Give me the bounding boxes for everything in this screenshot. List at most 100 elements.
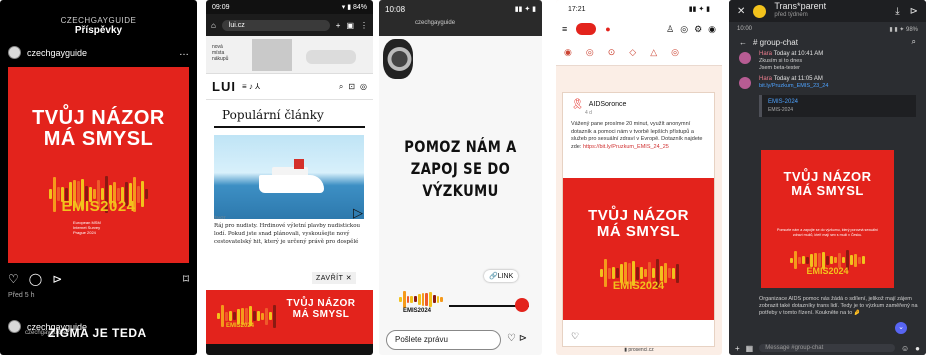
nav-symbols[interactable]: ≡ ♪ ⅄ [242, 82, 260, 91]
heart-icon[interactable]: ♡ [571, 331, 579, 342]
browser-bar: ⌂ lui.cz + ▣ ⋮ [206, 14, 373, 36]
ship-hull [259, 175, 324, 193]
poster-headline: TVŮJ NÁZOR MÁ SMYSL [588, 207, 689, 240]
settings-icon[interactable]: ⚙ [694, 24, 702, 35]
poster-event: EMIS2024 [612, 280, 665, 292]
link-embed[interactable]: EMIS-2024 EMIS-2024 [759, 95, 916, 117]
account-name[interactable]: czechgayguide [27, 48, 87, 58]
embed-sub: EMIS-2024 [768, 107, 794, 113]
add-icon[interactable]: + [735, 344, 740, 353]
wave-bar [402, 290, 406, 308]
status-time: 10:00 [737, 26, 753, 32]
wave-bar [406, 295, 410, 303]
status-bar: 17:21 ▮▮ ✦ ▮ [556, 0, 722, 18]
app-logo[interactable] [576, 23, 597, 35]
post-author[interactable]: 🎗 AIDSoronce [563, 93, 714, 110]
heart-icon[interactable]: ♡ [8, 272, 19, 286]
profile-header: CZECHGAYGUIDE Příspěvky [0, 0, 197, 36]
app-bar: ≡ ● ♙ ◎ ⚙ ◉ [556, 18, 722, 40]
tab-notify-icon[interactable]: △ [650, 47, 657, 58]
status-icons: ▾ ▮ 84% [341, 4, 367, 11]
tab-menu-icon[interactable]: ◎ [671, 47, 679, 58]
avatar[interactable] [739, 52, 751, 64]
emoji-slider-handle[interactable] [515, 298, 529, 312]
menu-icon[interactable]: ⋮ [360, 21, 368, 30]
scroll-down-button[interactable]: ⌄ [895, 322, 907, 334]
emoji-icon[interactable]: ☺ [901, 344, 909, 353]
people-icon[interactable]: ♙ [666, 24, 674, 35]
bottom-ad-banner[interactable]: EMIS2024 TVŮJ NÁZOR MÁ SMYSL [206, 290, 373, 344]
avatar[interactable] [8, 46, 21, 59]
tab-groups-icon[interactable]: ⊙ [608, 47, 616, 58]
wave-bar [651, 268, 655, 278]
download-icon[interactable]: ⤓ [895, 6, 899, 17]
profile-icon[interactable]: ◎ [360, 82, 367, 92]
avatar [753, 4, 767, 18]
wave-bar [825, 255, 829, 265]
close-ad-button[interactable]: ZAVŘÍT ✕ [312, 272, 357, 284]
mic-icon[interactable]: ● [915, 344, 920, 353]
tab-home-icon[interactable]: ◉ [564, 47, 572, 58]
avatar[interactable] [739, 77, 751, 89]
message: Hara Today at 11:05 AM bit.ly/Pruzkum_EM… [729, 74, 926, 92]
wave-bar [671, 267, 675, 279]
article-image[interactable] [214, 135, 364, 219]
close-icon[interactable]: ✕ [737, 6, 745, 17]
ad-image [252, 39, 292, 71]
search-icon[interactable]: ⌕ [339, 82, 343, 92]
tab-video-icon[interactable]: ◎ [586, 47, 594, 58]
wave-bar [667, 268, 671, 278]
survey-link[interactable]: bit.ly/Pruzkum_EMIS_23_24 [759, 83, 828, 89]
share-icon[interactable]: ⊳ [910, 6, 918, 17]
survey-link[interactable]: https://bit.ly/Pruzkum_EMIS_24_25 [583, 144, 669, 150]
home-icon[interactable]: ⌂ [211, 21, 216, 30]
notification-icon[interactable]: ● [605, 24, 610, 34]
grid-icon[interactable]: ▦ [746, 344, 754, 353]
next-post-row[interactable]: czechgayguide czechgayguide ZIGMA JE TED… [8, 320, 189, 340]
search-icon[interactable]: ⌕ [912, 37, 916, 47]
site-nav: LUI ≡ ♪ ⅄ ⌕ ⊡ ◎ [206, 74, 373, 100]
post-card[interactable]: 🎗 AIDSoronce 4 d Vážený pane prosíme 20 … [562, 92, 715, 347]
new-tab-icon[interactable]: + [336, 21, 341, 30]
wave-bar [849, 255, 853, 265]
reply-input[interactable]: Pošlete zprávu [386, 330, 501, 350]
url-field[interactable]: lui.cz [221, 19, 330, 31]
story-account[interactable]: czechgayguide [385, 20, 536, 26]
author-name[interactable]: AIDSoronce [589, 101, 627, 108]
story-actions[interactable]: ♡ ⊳ [507, 333, 527, 344]
channel-name[interactable]: # group-chat [753, 38, 798, 47]
cart-icon[interactable]: ⊡ [348, 82, 355, 92]
speaker-image [383, 39, 413, 79]
link-sticker[interactable]: 🔗LINK [484, 270, 519, 282]
avatar[interactable]: ◉ [708, 24, 716, 35]
tabs-icon[interactable]: ▣ [346, 21, 354, 30]
chat-icon[interactable]: ◎ [680, 24, 688, 35]
more-options-icon[interactable]: … [179, 47, 189, 58]
share-icon[interactable]: ⊳ [52, 272, 62, 286]
message: Hara Today at 10:41 AM Zkusím si to dnes… [729, 49, 926, 74]
sound-wave-graphic [399, 290, 443, 308]
avatar[interactable] [8, 320, 21, 333]
comment-icon[interactable]: ◯ [29, 272, 42, 286]
message-author[interactable]: Hara Today at 11:05 AM [759, 76, 823, 82]
header-title: Příspěvky [74, 25, 123, 36]
message-author[interactable]: Hara Today at 10:41 AM [759, 51, 823, 57]
wave-bar [432, 295, 436, 303]
post-account-row[interactable]: czechgayguide … [0, 36, 197, 59]
ad-banner[interactable]: nová místa nákupů [206, 36, 373, 74]
post-image[interactable]: TVŮJ NÁZOR MÁ SMYSL EMIS2024 European MS… [8, 67, 189, 263]
shared-image[interactable]: TVŮJ NÁZOR MÁ SMYSL Pomozte nám a zapojt… [761, 150, 894, 288]
menu-icon[interactable]: ≡ [562, 24, 567, 34]
wave-bar [216, 313, 220, 319]
back-icon[interactable]: ← [739, 38, 747, 47]
message-input[interactable]: Message #group-chat [759, 344, 895, 352]
post-image[interactable]: TVŮJ NÁZOR MÁ SMYSL EMIS2024 [563, 178, 714, 320]
tab-events-icon[interactable]: ◇ [629, 47, 636, 58]
bookmark-icon[interactable]: ⌑ [183, 272, 189, 286]
article-teaser[interactable]: Ráj pro nudisty. Hrdinové výletní plavby… [214, 222, 364, 246]
site-logo[interactable]: LUI [212, 79, 236, 94]
embed-title[interactable]: EMIS-2024 [768, 99, 798, 105]
play-icon[interactable]: ▷ [353, 205, 363, 221]
ship-funnel [294, 159, 304, 169]
wave-bar [833, 257, 837, 263]
